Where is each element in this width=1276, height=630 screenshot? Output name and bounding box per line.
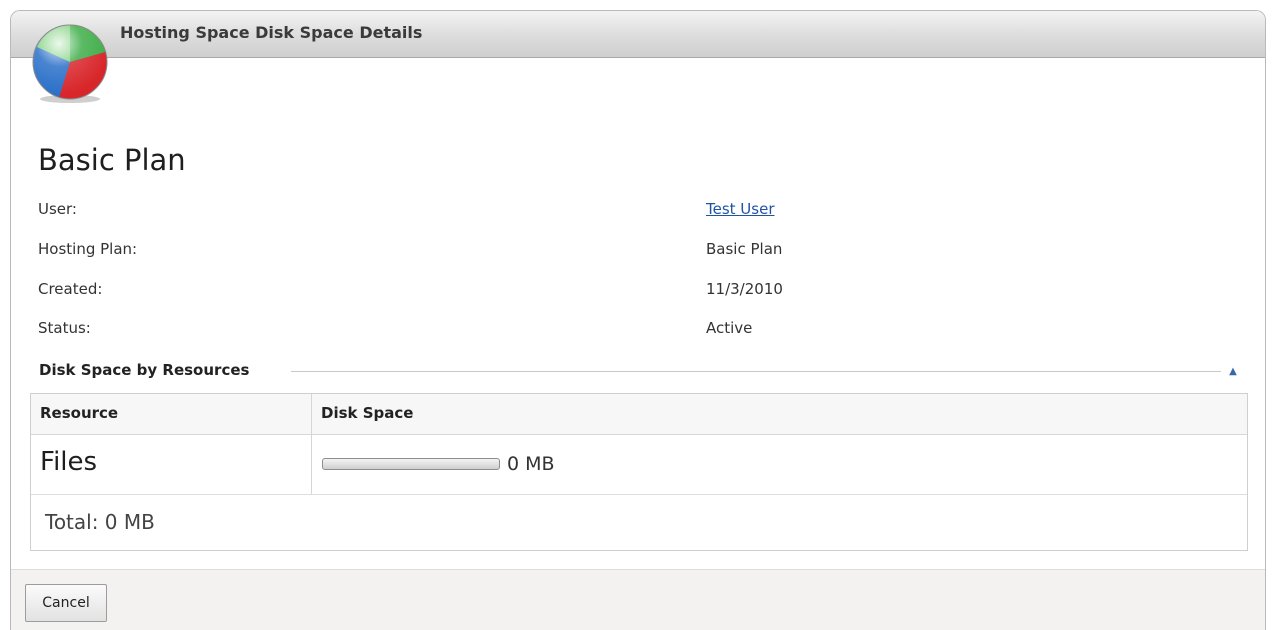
- panel-titlebar: Hosting Space Disk Space Details: [11, 11, 1265, 58]
- section-title: Disk Space by Resources: [39, 361, 258, 379]
- status-label: Status:: [38, 319, 91, 337]
- user-label: User:: [38, 200, 77, 218]
- column-divider: [311, 394, 312, 495]
- created-value: 11/3/2010: [706, 280, 783, 298]
- column-header-disk-space[interactable]: Disk Space: [321, 404, 413, 422]
- section-divider: [291, 371, 1221, 372]
- panel-title: Hosting Space Disk Space Details: [120, 23, 423, 42]
- row-divider: [31, 494, 1247, 495]
- cancel-button[interactable]: Cancel: [25, 584, 107, 622]
- created-label: Created:: [38, 280, 103, 298]
- disk-space-table: Resource Disk Space Files 0 MB Total: 0 …: [30, 393, 1248, 551]
- total-disk-space: Total: 0 MB: [45, 510, 155, 534]
- user-link[interactable]: Test User: [706, 200, 775, 218]
- panel-footer: Cancel: [11, 569, 1265, 630]
- status-value: Active: [706, 319, 753, 337]
- column-header-resource[interactable]: Resource: [40, 404, 118, 422]
- disk-space-details-panel: Hosting Space Disk Space Details Basic P…: [10, 10, 1266, 630]
- table-header: Resource Disk Space: [31, 394, 1247, 435]
- chevron-up-icon[interactable]: ▲: [1225, 363, 1241, 379]
- resource-name: Files: [40, 447, 98, 477]
- hosting-plan-label: Hosting Plan:: [38, 240, 138, 258]
- disk-usage-bar: [322, 458, 500, 470]
- pie-chart-globe-icon: [29, 23, 111, 105]
- plan-name-heading: Basic Plan: [38, 143, 186, 177]
- disk-space-value: 0 MB: [507, 453, 555, 475]
- hosting-plan-value: Basic Plan: [706, 240, 783, 258]
